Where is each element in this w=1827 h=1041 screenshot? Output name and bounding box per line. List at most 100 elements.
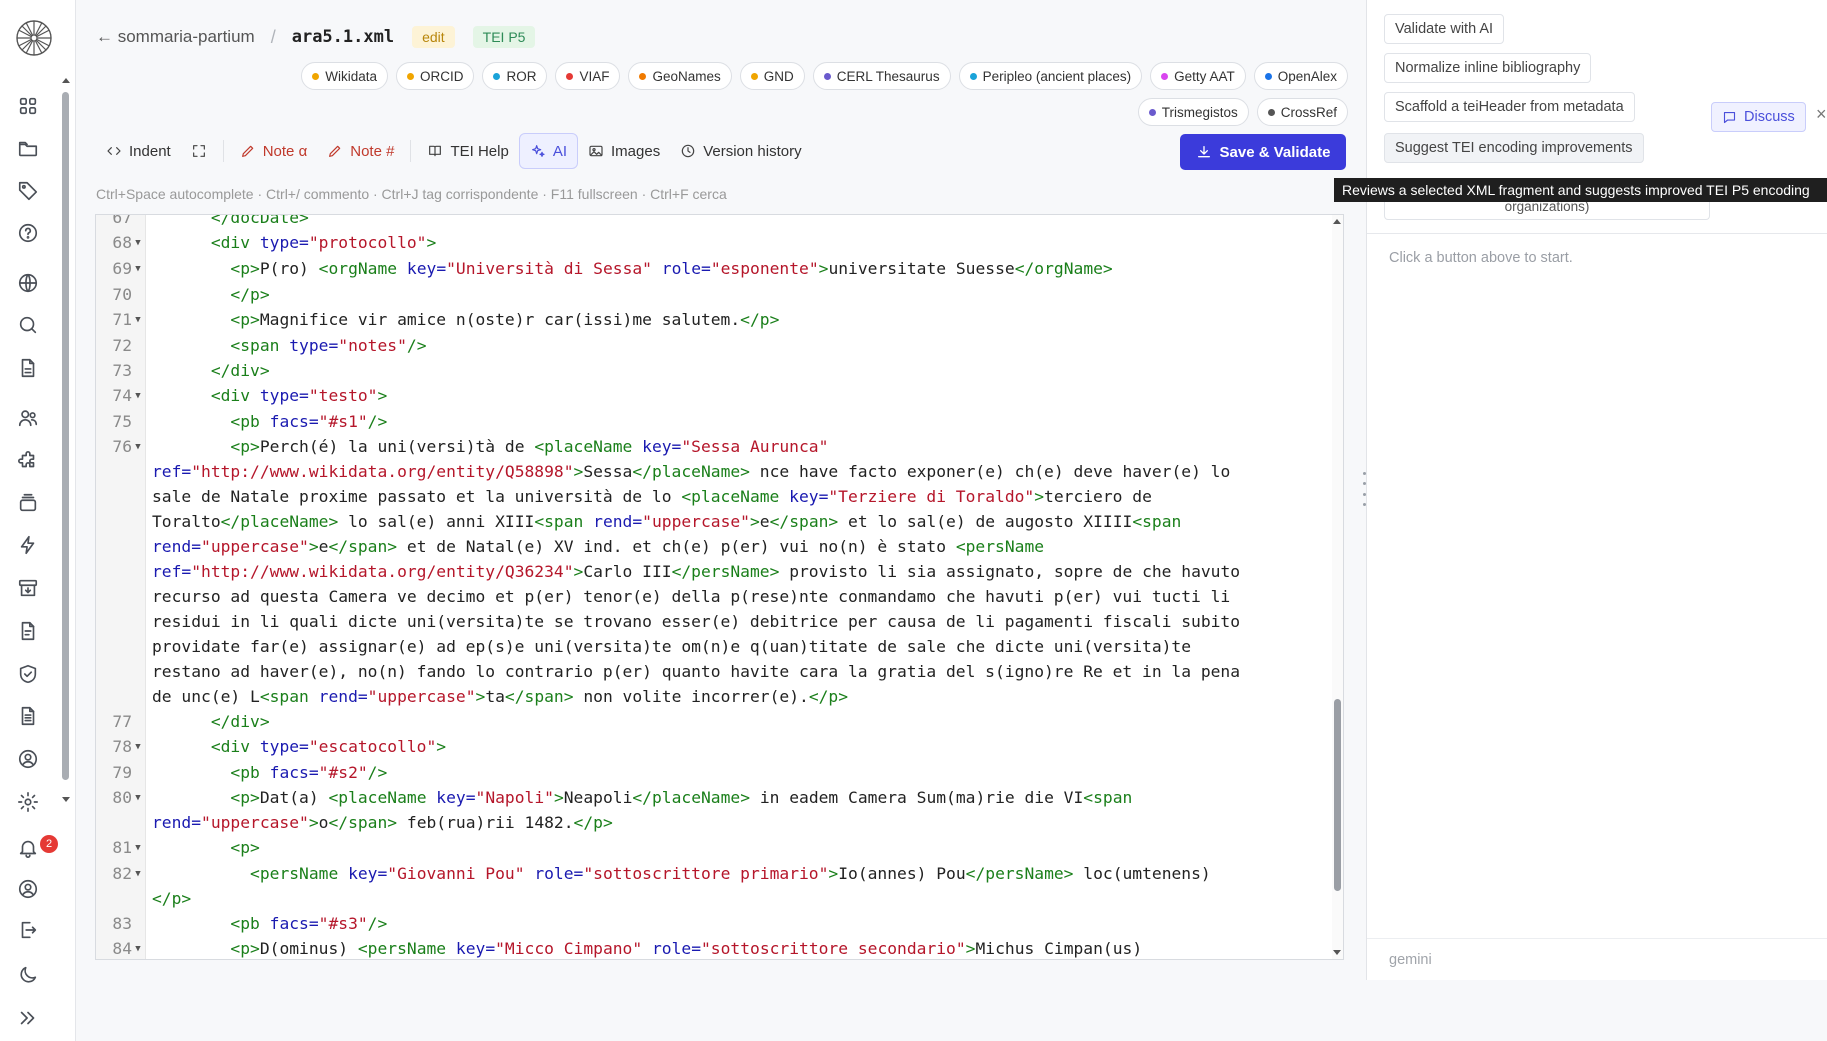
fold-toggle-icon[interactable]: ▼ xyxy=(132,308,144,333)
authority-color-dot xyxy=(1148,108,1156,116)
code-token: Sessa xyxy=(583,462,633,481)
code-line[interactable]: 77 </div> xyxy=(96,709,1334,734)
code-line[interactable]: 83 <pb facs="#s3"/> xyxy=(96,911,1334,936)
fold-toggle-icon[interactable]: ▼ xyxy=(132,257,144,282)
save-validate-button[interactable]: Save & Validate xyxy=(1180,134,1346,170)
code-token: role= xyxy=(661,259,711,278)
code-line[interactable]: 79 <pb facs="#s2"/> xyxy=(96,760,1334,785)
close-panel-button[interactable]: × xyxy=(1816,104,1827,125)
code-line[interactable]: 67 </docDate> xyxy=(96,214,1334,230)
code-line[interactable]: 74 ▼ <div type="testo"> xyxy=(96,383,1334,409)
note-alpha-button[interactable]: Note α xyxy=(230,133,318,169)
shield-check-icon[interactable] xyxy=(16,662,40,686)
globe-icon[interactable] xyxy=(16,271,40,295)
authority-chip-peripleo-ancient-places[interactable]: Peripleo (ancient places) xyxy=(958,62,1143,90)
authority-chip-wikidata[interactable]: Wikidata xyxy=(301,62,388,90)
lightning-icon[interactable] xyxy=(16,533,40,557)
panel-divider xyxy=(1367,233,1827,234)
line-number: 71 ▼ xyxy=(96,307,146,333)
tei-help-button[interactable]: TEI Help xyxy=(417,133,518,169)
note-hash-button[interactable]: Note # xyxy=(317,133,404,169)
dark-mode-moon-icon[interactable] xyxy=(16,963,40,987)
code-line[interactable]: 72 <span type="notes"/> xyxy=(96,333,1334,358)
fold-toggle-icon[interactable]: ▼ xyxy=(132,435,144,460)
code-line-text: <pb facs="#s1"/> xyxy=(146,409,1334,434)
code-line[interactable]: 69 ▼ <p>P(ro) <orgName key="Università di… xyxy=(96,256,1334,282)
code-line[interactable]: 70 </p> xyxy=(96,282,1334,307)
code-token: </div> xyxy=(210,361,270,380)
archive-icon[interactable] xyxy=(16,576,40,600)
version-history-button[interactable]: Version history xyxy=(670,133,811,169)
code-line[interactable]: 82 ▼ <persName key="Giovanni Pou" role="s… xyxy=(96,861,1334,911)
xml-code-editor[interactable]: 67 </docDate> 68 ▼ <div type="protocollo">… xyxy=(95,214,1344,960)
layers-icon[interactable] xyxy=(16,491,40,515)
code-line[interactable]: 80 ▼ <p>Dat(a) <placeName key="Napoli">Ne… xyxy=(96,785,1334,835)
fold-toggle-icon[interactable]: ▼ xyxy=(132,836,144,861)
scaffold-teiheader-button[interactable]: Scaffold a teiHeader from metadata xyxy=(1384,92,1635,122)
notifications-bell-icon[interactable] xyxy=(16,836,40,860)
fold-toggle-icon[interactable]: ▼ xyxy=(132,937,144,959)
authority-chip-openalex[interactable]: OpenAlex xyxy=(1253,62,1348,90)
code-line[interactable]: 71 ▼ <p>Magnifice vir amice n(oste)r car(… xyxy=(96,307,1334,333)
folder-icon[interactable] xyxy=(16,137,40,161)
settings-gear-icon[interactable] xyxy=(16,790,40,814)
code-line[interactable]: 73 </div> xyxy=(96,358,1334,383)
user-circle-icon[interactable] xyxy=(16,747,40,771)
account-icon[interactable] xyxy=(16,877,40,901)
normalize-bibliography-button[interactable]: Normalize inline bibliography xyxy=(1384,53,1592,83)
fold-toggle-icon[interactable]: ▼ xyxy=(132,231,144,256)
code-line-text: <p>D(ominus) <persName key="Micco Cimpan… xyxy=(146,936,1334,959)
dashboard-grid-icon[interactable] xyxy=(16,94,40,118)
fold-toggle-icon[interactable]: ▼ xyxy=(132,786,144,811)
suggest-encoding-improvements-button[interactable]: Suggest TEI encoding improvements xyxy=(1384,133,1644,163)
validate-with-ai-button[interactable]: Validate with AI xyxy=(1384,14,1505,44)
back-to-project-link[interactable]: ← sommaria-partium xyxy=(96,27,255,47)
authority-chip-orcid[interactable]: ORCID xyxy=(395,62,475,90)
rail-scrollbar[interactable] xyxy=(62,78,70,802)
tag-icon[interactable] xyxy=(16,179,40,203)
file-text-icon[interactable] xyxy=(16,619,40,643)
code-line[interactable]: 68 ▼ <div type="protocollo"> xyxy=(96,230,1334,256)
ai-toggle-button[interactable]: AI xyxy=(518,133,578,169)
code-line[interactable]: 78 ▼ <div type="escatocollo"> xyxy=(96,734,1334,760)
code-token: </docDate> xyxy=(210,214,309,227)
authority-chip-cerl-thesaurus[interactable]: CERL Thesaurus xyxy=(812,62,951,90)
expand-sidebar-icon[interactable] xyxy=(16,1006,40,1030)
users-icon[interactable] xyxy=(16,406,40,430)
authority-chip-geonames[interactable]: GeoNames xyxy=(628,62,732,90)
fold-toggle-icon[interactable]: ▼ xyxy=(132,862,144,887)
editor-scrollbar[interactable] xyxy=(1332,215,1343,959)
fold-toggle-icon[interactable]: ▼ xyxy=(132,735,144,760)
code-token: "Sessa Aurunca" xyxy=(681,437,829,456)
puzzle-icon[interactable] xyxy=(16,449,40,473)
indent-button[interactable]: Indent xyxy=(96,133,181,169)
search-icon[interactable] xyxy=(16,313,40,337)
code-token: key= xyxy=(642,437,682,456)
authority-chip-ror[interactable]: ROR xyxy=(482,62,548,90)
discuss-button[interactable]: Discuss xyxy=(1711,102,1806,132)
breadcrumb-separator: / xyxy=(270,26,276,47)
code-token: </placeName> xyxy=(220,512,339,531)
authority-chip-getty-aat[interactable]: Getty AAT xyxy=(1150,62,1246,90)
authority-chip-gnd[interactable]: GND xyxy=(739,62,805,90)
logout-icon[interactable] xyxy=(16,918,40,942)
authority-color-dot xyxy=(406,72,414,80)
authority-chip-crossref[interactable]: CrossRef xyxy=(1256,98,1348,126)
code-line[interactable]: 75 <pb facs="#s1"/> xyxy=(96,409,1334,434)
authority-chip-trismegistos[interactable]: Trismegistos xyxy=(1137,98,1249,126)
help-circle-icon[interactable] xyxy=(16,221,40,245)
document-icon[interactable] xyxy=(16,356,40,380)
file-list-icon[interactable] xyxy=(16,704,40,728)
code-line[interactable]: 76 ▼ <p>Perch(é) la uni(versi)tà de <plac… xyxy=(96,434,1334,709)
code-line[interactable]: 81 ▼ <p> xyxy=(96,835,1334,861)
images-button[interactable]: Images xyxy=(578,133,670,169)
fullscreen-button[interactable] xyxy=(181,133,217,169)
line-number-text: 82 xyxy=(112,864,132,883)
authority-chip-viaf[interactable]: VIAF xyxy=(555,62,621,90)
fold-toggle-icon[interactable]: ▼ xyxy=(132,384,144,409)
code-line[interactable]: 84 ▼ <p>D(ominus) <persName key="Micco Ci… xyxy=(96,936,1334,959)
app-logo-icon[interactable] xyxy=(14,18,54,58)
